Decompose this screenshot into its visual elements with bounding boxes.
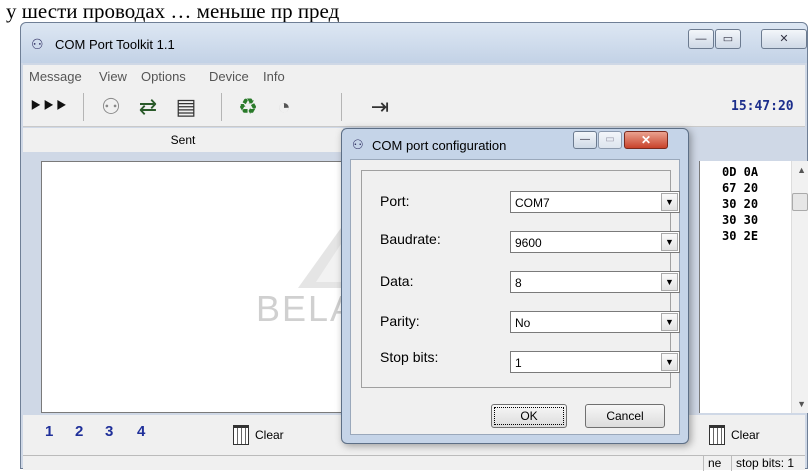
port-value: COM7 — [515, 196, 550, 210]
menu-bar: Message View Options Device Info — [23, 65, 805, 87]
timer-icon[interactable]: ◔ — [267, 93, 301, 121]
hex-line: 30 2E — [722, 229, 759, 243]
scroll-down-icon[interactable]: ▼ — [797, 399, 806, 409]
stop-bits-select[interactable]: 1 ▼ — [510, 351, 680, 373]
trash-icon — [233, 425, 249, 445]
maximize-button[interactable]: ▭ — [715, 29, 741, 49]
chevron-down-icon[interactable]: ▼ — [661, 193, 678, 211]
minimize-button[interactable]: — — [688, 29, 714, 49]
main-title-bar: ⚇ COM Port Toolkit 1.1 — ▭ ✕ — [21, 23, 807, 63]
hex-line: 30 30 — [722, 213, 759, 227]
sent-header: Sent — [23, 128, 343, 152]
hex-line: 0D 0A — [722, 165, 759, 179]
port-settings-group: Port: COM7 ▼ Baudrate: 9600 ▼ Data: 8 ▼ … — [361, 170, 680, 388]
chevron-down-icon[interactable]: ▼ — [661, 273, 678, 291]
settings-window-icon[interactable]: ▤ — [171, 93, 201, 121]
dialog-body: Port: COM7 ▼ Baudrate: 9600 ▼ Data: 8 ▼ … — [350, 159, 680, 435]
send-3-icon[interactable]: 3 — [105, 423, 131, 447]
serial-cable-icon[interactable]: ⚇ — [95, 93, 127, 121]
menu-view[interactable]: View — [99, 69, 127, 84]
scroll-up-icon[interactable]: ▲ — [797, 165, 806, 175]
port-exchange-icon[interactable]: ⇄ — [131, 93, 165, 121]
data-bits-value: 8 — [515, 276, 522, 290]
serial-port-icon: ⚇ — [352, 137, 364, 152]
menu-options[interactable]: Options — [141, 69, 186, 84]
menu-device[interactable]: Device — [209, 69, 249, 84]
parity-label: Parity: — [380, 313, 420, 329]
baudrate-select[interactable]: 9600 ▼ — [510, 231, 680, 253]
clear-sent-button[interactable]: Clear — [233, 421, 284, 449]
menu-message[interactable]: Message — [29, 69, 82, 84]
hex-line: 30 20 — [722, 197, 759, 211]
scrollbar[interactable]: ▲ ▼ — [791, 161, 808, 413]
chevron-down-icon[interactable]: ▼ — [661, 353, 678, 371]
baudrate-label: Baudrate: — [380, 231, 441, 247]
trash-icon — [709, 425, 725, 445]
dialog-close-button[interactable]: ✕ — [624, 131, 668, 149]
ok-button[interactable]: OK — [491, 404, 567, 428]
chevron-down-icon[interactable]: ▼ — [661, 313, 678, 331]
port-label: Port: — [380, 193, 410, 209]
fast-forward-icon[interactable]: ⯈⯈⯈ — [29, 93, 67, 121]
parity-select[interactable]: No ▼ — [510, 311, 680, 333]
com-config-dialog: ⚇ COM port configuration — ▭ ✕ Port: COM… — [341, 128, 689, 444]
send-2-icon[interactable]: 2 — [75, 423, 101, 447]
clear-received-button[interactable]: Clear — [709, 421, 760, 449]
sent-text-area[interactable] — [41, 161, 345, 413]
chevron-down-icon[interactable]: ▼ — [661, 233, 678, 251]
menu-info[interactable]: Info — [263, 69, 285, 84]
recycle-icon[interactable]: ♻ — [231, 93, 265, 121]
dialog-title: COM port configuration — [372, 138, 507, 153]
toolbar-separator — [83, 93, 84, 121]
scroll-thumb[interactable] — [792, 193, 808, 211]
cancel-button[interactable]: Cancel — [585, 404, 665, 428]
data-label: Data: — [380, 273, 414, 289]
serial-port-icon: ⚇ — [31, 36, 44, 52]
received-text-area[interactable]: 0D 0A 67 20 30 20 30 30 30 2E ▲ ▼ — [699, 161, 808, 413]
dialog-minimize-button[interactable]: — — [573, 131, 597, 149]
clock: 15:47:20 — [731, 99, 794, 114]
exit-door-icon[interactable]: ⇥ — [365, 93, 395, 121]
clear-label: Clear — [255, 428, 284, 442]
send-4-icon[interactable]: 4 — [137, 423, 163, 447]
data-bits-select[interactable]: 8 ▼ — [510, 271, 680, 293]
toolbar-separator — [341, 93, 342, 121]
port-select[interactable]: COM7 ▼ — [510, 191, 680, 213]
hex-line: 67 20 — [722, 181, 759, 195]
close-button[interactable]: ✕ — [761, 29, 807, 49]
status-bar: ne stop bits: 1 — [23, 455, 805, 471]
window-title: COM Port Toolkit 1.1 — [55, 37, 175, 52]
stop-bits-value: 1 — [515, 356, 522, 370]
toolbar-separator — [221, 93, 222, 121]
baudrate-value: 9600 — [515, 236, 542, 250]
stop-bits-label: Stop bits: — [380, 349, 439, 365]
parity-value: No — [515, 316, 531, 330]
dialog-maximize-button: ▭ — [598, 131, 622, 149]
clear-label: Clear — [731, 428, 760, 442]
toolbar: ⯈⯈⯈ ⚇ ⇄ ▤ ♻ ◔ ⇥ 15:47:20 — [23, 87, 805, 127]
send-1-icon[interactable]: 1 — [45, 423, 71, 447]
